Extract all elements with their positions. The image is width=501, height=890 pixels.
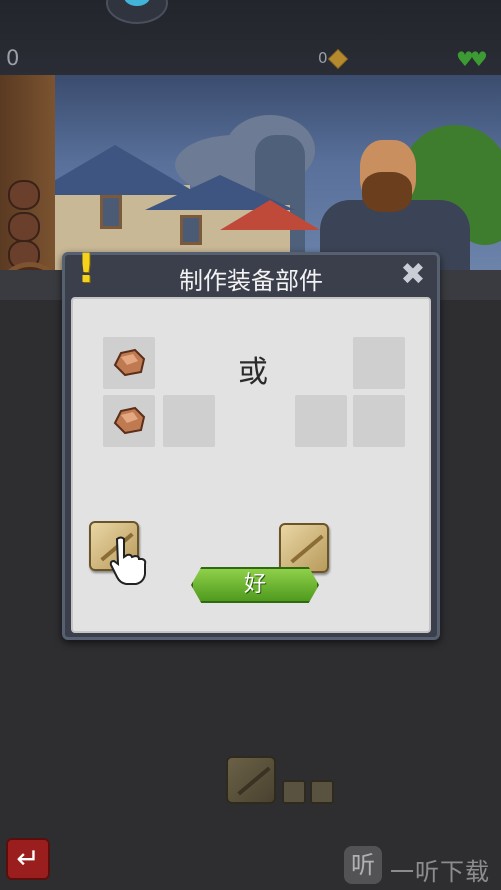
ok-button[interactable]: 好 [191,567,319,603]
ore-icon [113,406,146,435]
close-icon[interactable]: ✖ [397,259,429,291]
dialog-title: 制作装备部件 [179,267,323,295]
recipe-slot-empty [353,395,405,447]
plank-icon [226,756,276,804]
plank-icon[interactable] [279,523,329,573]
watermark-icon: 听 [344,846,382,884]
heart-icon: ♥♥ [456,47,488,71]
top-bar [0,0,501,75]
back-icon[interactable]: ↵ [6,838,50,880]
blacksmith-beard [362,172,412,212]
watermark-text: 一听下载 [390,858,490,886]
gold-counter: 0 [318,49,328,67]
hand-pointer-icon [109,536,147,585]
or-label: 或 [238,355,268,390]
craft-dialog: ! 制作装备部件 ✖ 或 好 [62,247,440,640]
recipe-slot-empty [163,395,215,447]
recipe-slot-empty [353,337,405,389]
recipe-slot-empty [295,395,347,447]
ore-icon [8,180,40,210]
plank-icon [282,780,306,804]
ore-icon [113,348,146,377]
recipe-panel: 或 好 [71,297,431,633]
plank-icon [310,780,334,804]
ore-icon [8,212,40,242]
recipe-slot-ore [103,395,155,447]
score-counter: 0 [6,46,20,70]
recipe-slot-ore [103,337,155,389]
